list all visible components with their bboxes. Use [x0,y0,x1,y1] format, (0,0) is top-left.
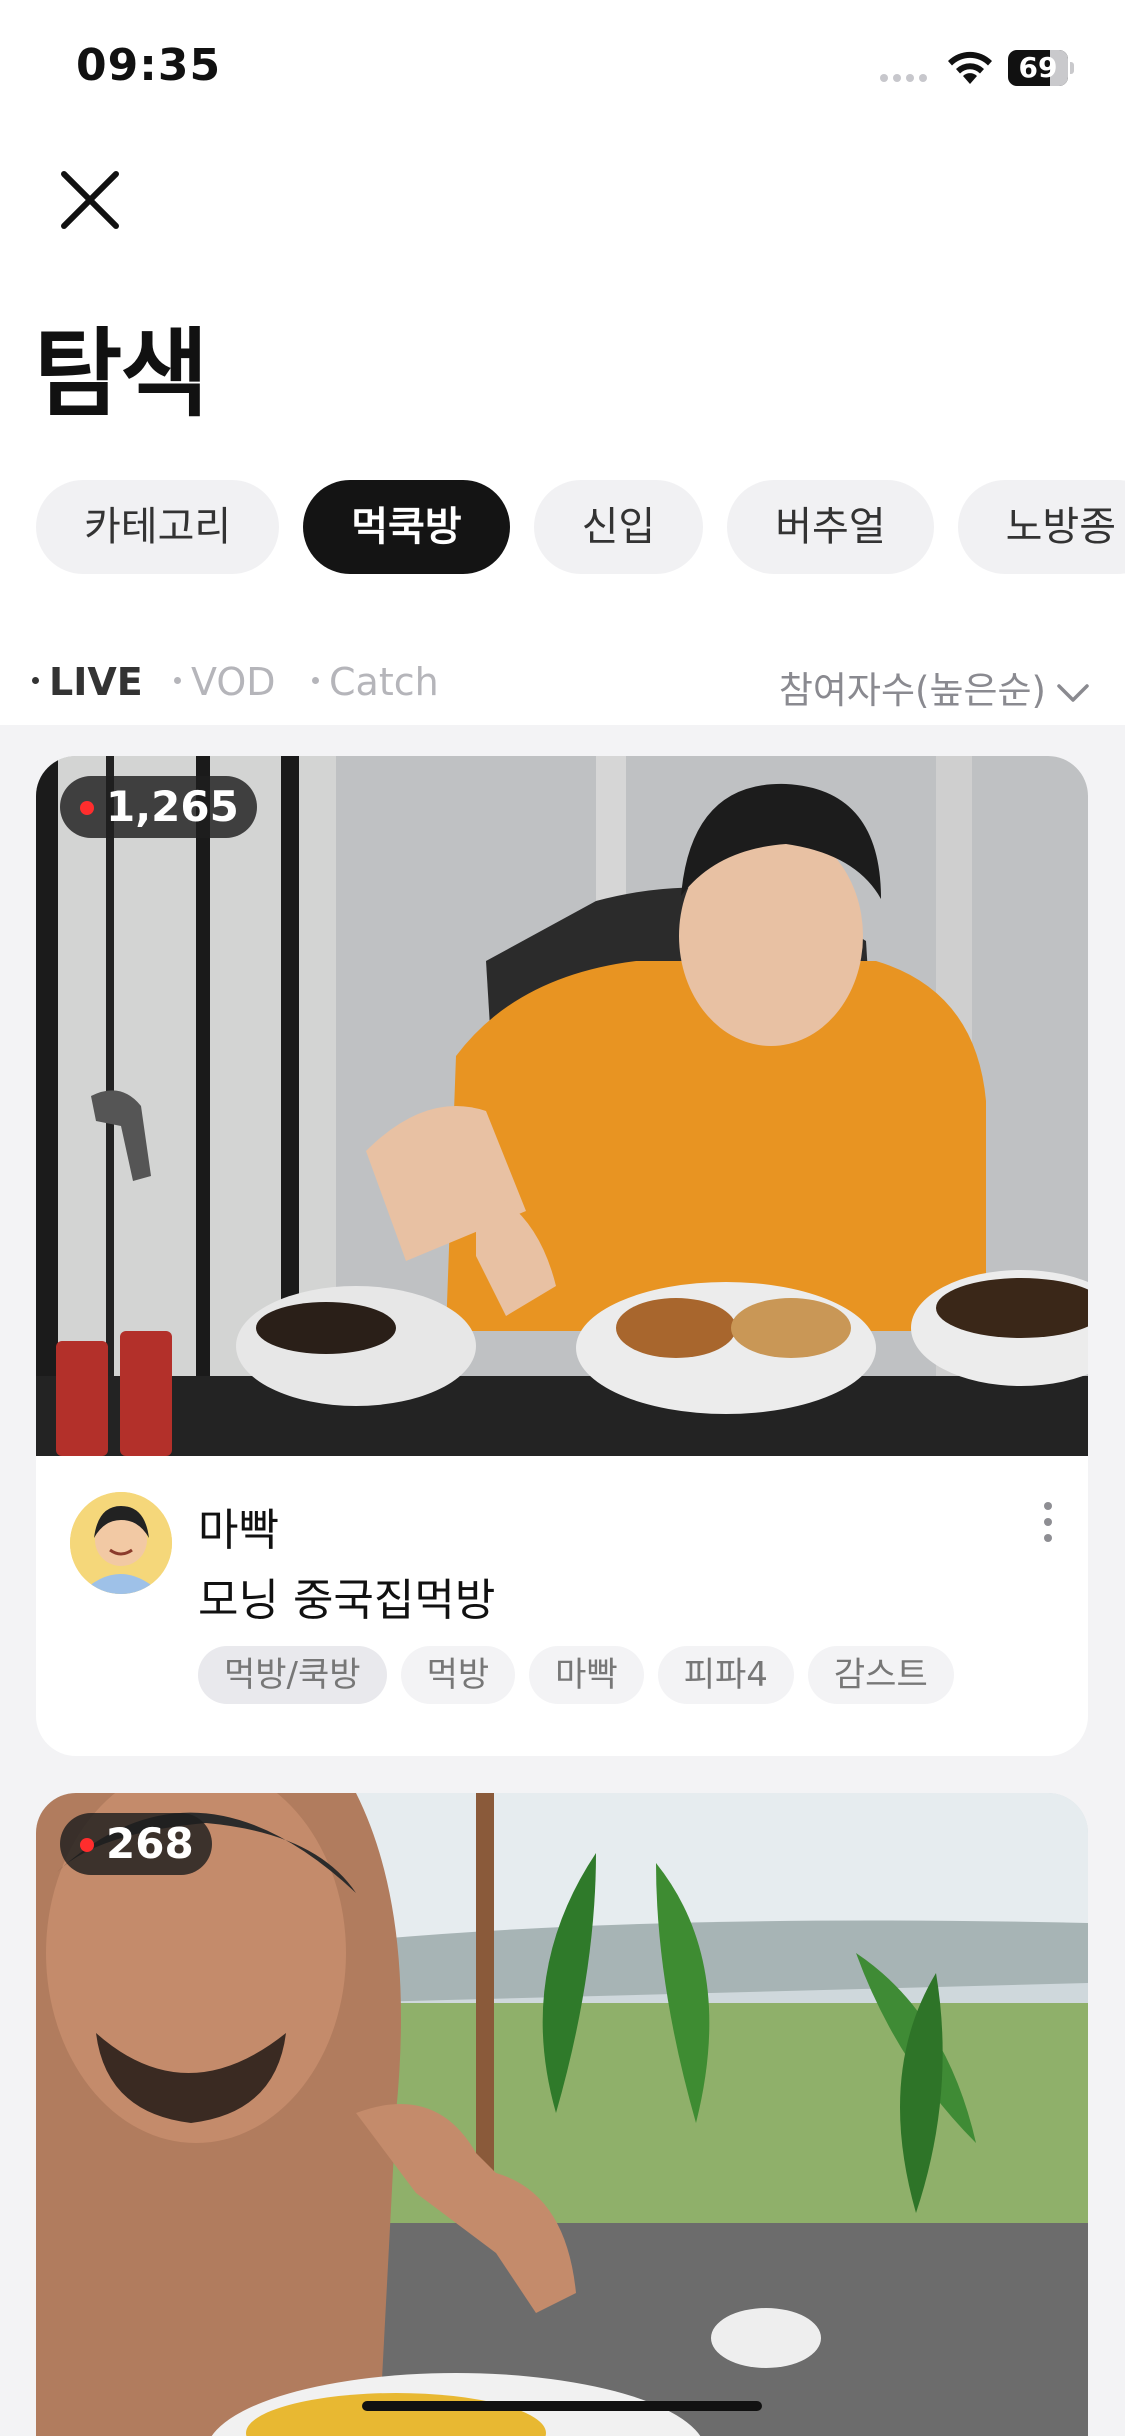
stream-thumbnail[interactable]: 1,265 [36,756,1088,1456]
viewer-count: 268 [106,1819,194,1868]
chip-no-broadcast-end[interactable]: 노방종 [957,480,1125,574]
tab-vod[interactable]: VOD [174,660,276,704]
avatar[interactable] [70,1492,172,1594]
viewer-count: 1,265 [106,782,239,831]
tab-vod-label: VOD [191,660,276,704]
tab-catch-label: Catch [329,660,439,704]
stream-title[interactable]: 모닝 중국집먹방 [198,1564,495,1628]
live-card[interactable]: 268 [36,1793,1088,2436]
chip-category[interactable]: 카테고리 [36,480,280,574]
chip-virtual[interactable]: 버추얼 [727,480,934,574]
more-options-icon[interactable] [1036,1502,1060,1550]
home-indicator [362,2401,762,2411]
filter-row: LIVE VOD Catch 참여자수(높은순) [32,660,1092,712]
tag-item[interactable]: 피파4 [657,1646,794,1704]
tab-live-label: LIVE [49,660,143,704]
cellular-signal-icon [880,74,927,82]
category-chips: 카테고리 먹쿡방 신입 버추얼 노방종 [36,480,1125,576]
wifi-icon [948,51,992,84]
viewer-count-badge: 268 [60,1813,212,1875]
viewer-count-badge: 1,265 [60,776,257,838]
status-time: 09:35 [76,40,222,91]
tag-item[interactable]: 먹방 [400,1646,516,1704]
stream-info: 마빡 모닝 중국집먹방 먹방/쿡방 먹방 마빡 피파4 감스트 [36,1456,1088,1756]
tag-item[interactable]: 마빡 [529,1646,644,1704]
live-card[interactable]: 1,265 마빡 모닝 중국집먹방 먹방/쿡방 먹방 마빡 피파4 감스트 [36,756,1088,1756]
thumbnail-image [36,756,1088,1456]
close-icon[interactable] [50,160,130,240]
tag-list: 먹방/쿡방 먹방 마빡 피파4 감스트 [198,1646,968,1704]
chevron-down-icon [1057,683,1089,702]
tag-item[interactable]: 감스트 [807,1646,954,1704]
sort-label: 참여자수(높은순) [778,669,1046,712]
page-title: 탐색 [34,318,209,430]
sort-dropdown[interactable]: 참여자수(높은순) [779,660,1090,714]
chip-mukbang[interactable]: 먹쿡방 [303,480,510,574]
thumbnail-image [36,1793,1088,2436]
battery-level: 69 [1018,51,1058,84]
streamer-name[interactable]: 마빡 [198,1494,279,1558]
tab-catch[interactable]: Catch [312,660,439,704]
stream-thumbnail[interactable]: 268 [36,1793,1088,2436]
tab-live[interactable]: LIVE [32,660,143,704]
battery-icon: 69 [1008,50,1074,86]
explore-screen: 09:35 69 탐색 카테고리 먹쿡방 신입 버추얼 노방종 LIVE VOD Cat… [0,0,1125,2436]
tag-item[interactable]: 먹방/쿡방 [198,1646,387,1704]
chip-new[interactable]: 신입 [533,480,704,574]
